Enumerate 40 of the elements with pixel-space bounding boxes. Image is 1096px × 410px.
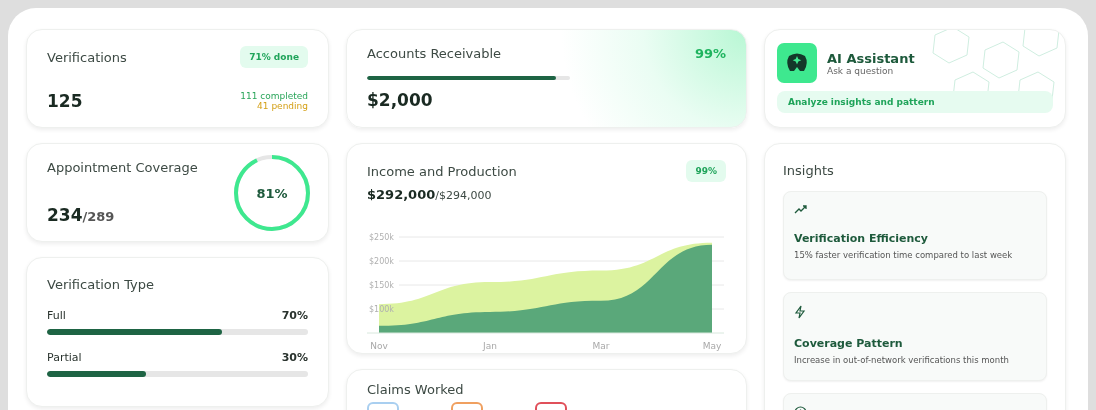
assistant-logo-icon [777, 43, 817, 83]
coverage-percent: 81% [256, 185, 288, 200]
analyze-button[interactable]: Analyze insights and pattern [777, 91, 1053, 113]
y-tick-label: $150k [369, 281, 394, 290]
income-amount: $292,000 [367, 187, 436, 202]
trend-up-icon [794, 204, 808, 214]
card-title: Income and Production [367, 163, 517, 179]
y-tick-label: $200k [369, 257, 394, 266]
receivable-percent: 99% [694, 46, 726, 61]
insight-description: 15% faster verification time compared to last week [794, 250, 1013, 260]
insight-description: Increase in out-of-network verifications this month [794, 355, 1009, 365]
type-percent: 30% [281, 351, 308, 364]
type-percent: 70% [281, 309, 308, 322]
coverage-total: /289 [82, 209, 115, 224]
x-tick-label: Jan [483, 341, 497, 351]
lightning-icon [794, 305, 806, 319]
card-title: Accounts Receivable [367, 46, 502, 61]
card-title: Verifications [47, 49, 127, 65]
coverage-value: 234 [47, 205, 83, 225]
pending-count: 41 pending [257, 101, 308, 111]
x-tick-label: Nov [370, 341, 388, 351]
progress-badge: 71% done [240, 46, 308, 68]
assistant-subtitle: Ask a question [827, 65, 894, 76]
percent-badge: 99% [686, 160, 726, 182]
income-target: /$294,000 [435, 189, 492, 202]
type-label: Full [47, 309, 66, 322]
card-title: Claims Worked [367, 382, 464, 397]
type-label: Partial [47, 351, 82, 364]
insight-title: Verification Efficiency [794, 232, 928, 245]
x-tick-label: May [702, 341, 722, 351]
card-title: Verification Type [47, 277, 155, 292]
completed-count: 111 completed [240, 91, 308, 101]
x-tick-label: Mar [592, 341, 610, 351]
total-count: 125 [47, 91, 83, 111]
card-title: Appointment Coverage [47, 160, 198, 175]
receivable-amount: $2,000 [367, 90, 434, 110]
y-tick-label: $250k [369, 233, 394, 242]
insight-title: Coverage Pattern [794, 337, 903, 350]
assistant-title: AI Assistant [827, 50, 915, 66]
card-title: Insights [783, 163, 834, 178]
